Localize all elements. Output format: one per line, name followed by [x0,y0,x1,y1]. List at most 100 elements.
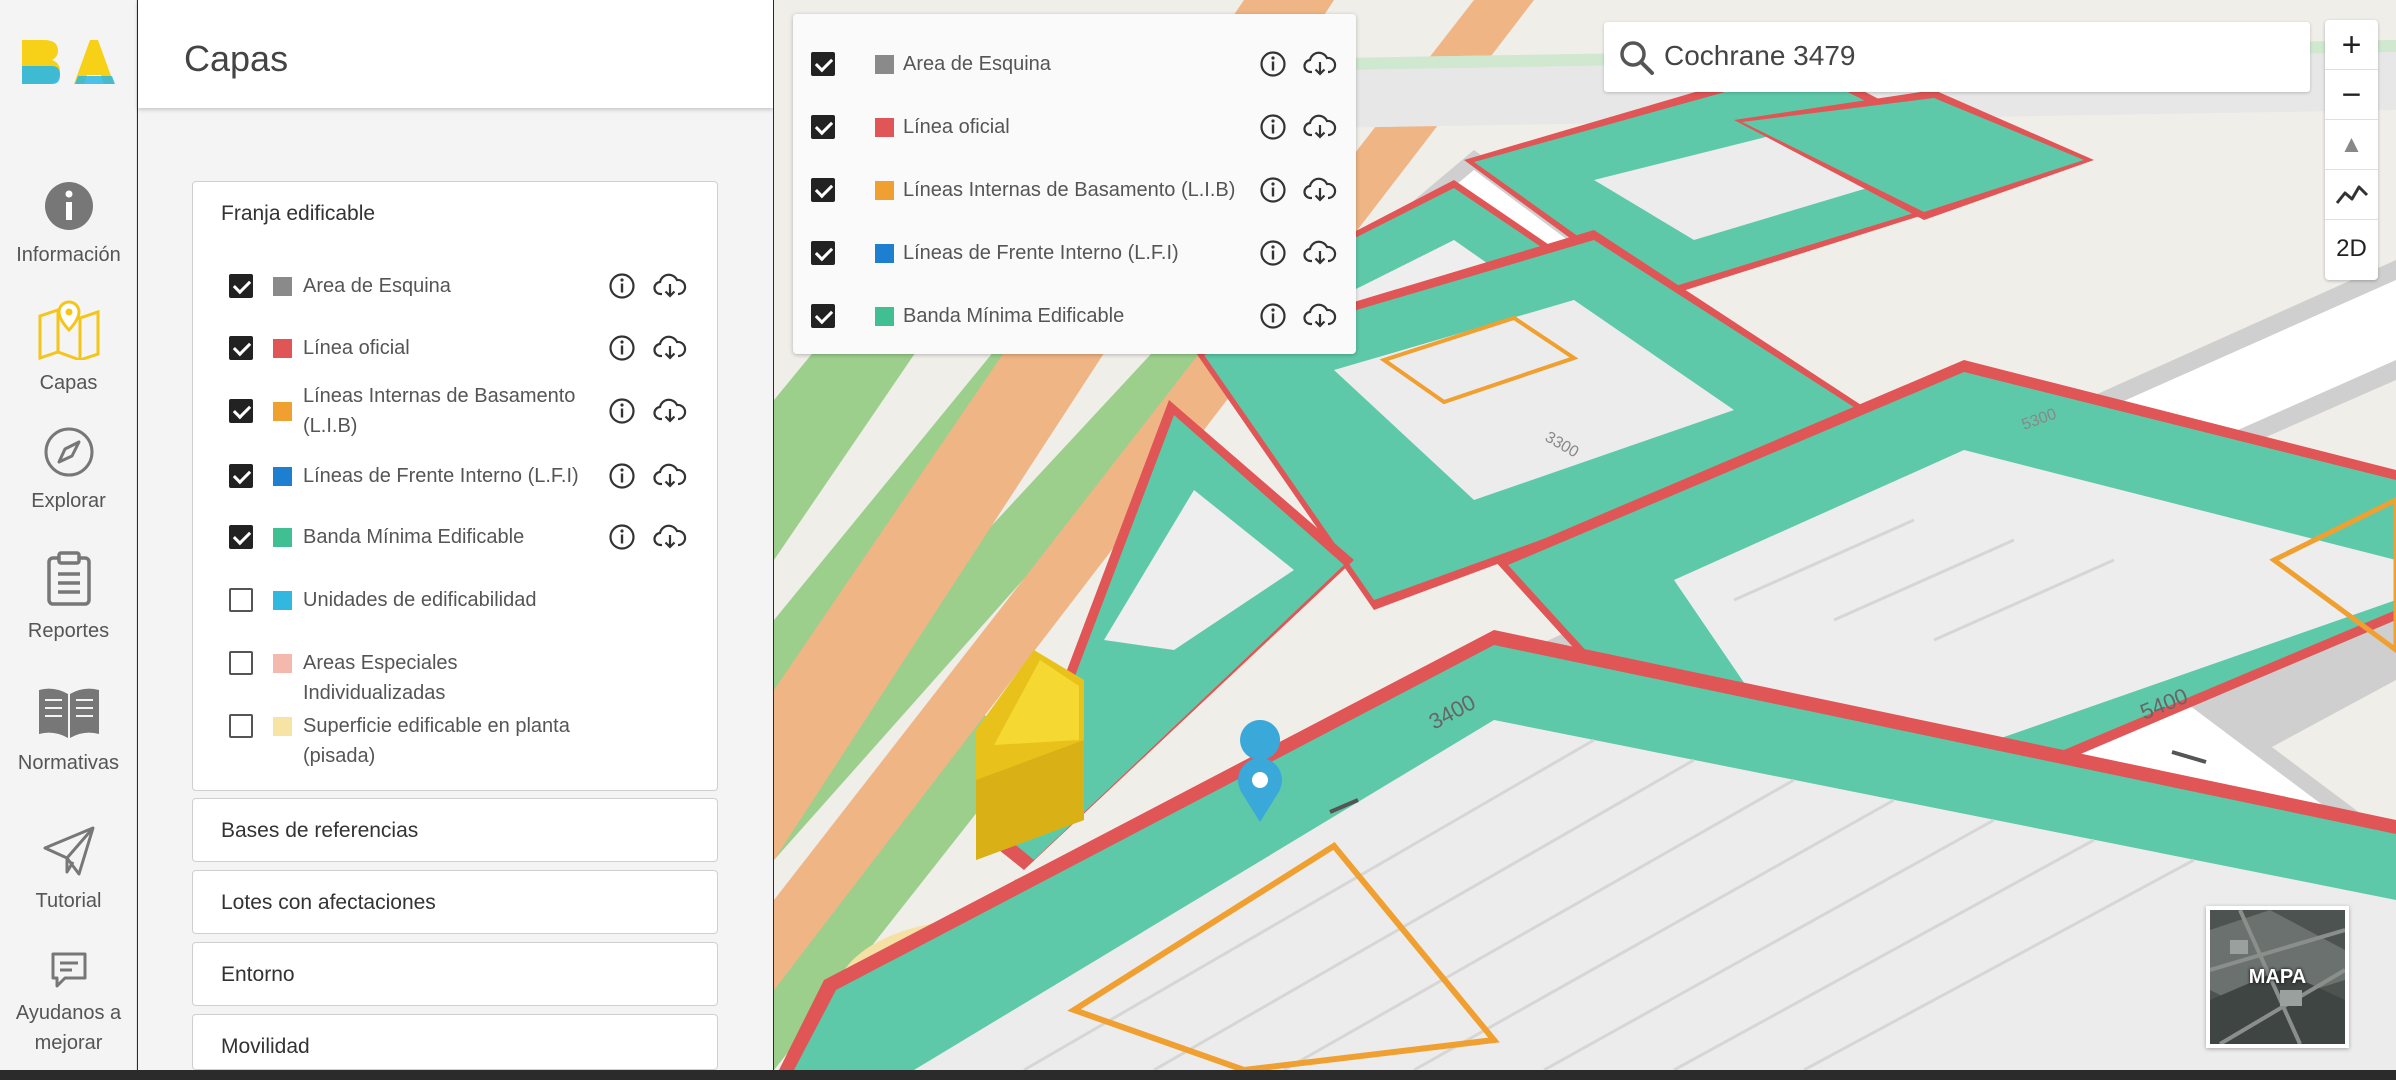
layer-color-swatch [273,528,292,547]
cloud-download-icon[interactable] [1303,50,1337,78]
clipboard-icon [46,551,91,606]
layer-color-swatch [273,717,292,736]
book-icon [38,688,99,738]
legend-row[interactable]: Línea oficial [793,109,1353,159]
layer-label: Area de Esquina [303,275,451,297]
cloud-download-icon[interactable] [653,334,687,362]
legend-checkbox[interactable] [811,304,835,328]
view-mode-toggle[interactable]: 2D [2325,220,2378,270]
legend-row[interactable]: Area de Esquina [793,46,1353,96]
cloud-download-icon[interactable] [653,523,687,551]
section-label: Lotes con afectaciones [221,891,436,914]
cloud-download-icon[interactable] [653,462,687,490]
legend-checkbox[interactable] [811,52,835,76]
info-icon[interactable] [1259,50,1287,78]
cloud-download-icon[interactable] [1303,239,1337,267]
rail-item-normativas[interactable]: Normativas [0,684,137,778]
section-movilidad[interactable]: Movilidad [192,1014,718,1070]
info-icon[interactable] [608,397,636,425]
panel-title: Capas [184,38,289,79]
layer-checkbox[interactable] [229,651,253,675]
info-icon[interactable] [608,272,636,300]
address-search-bar [1604,22,2310,92]
ba-logo [22,40,115,84]
franja-edificable-group: Franja edificable Area de Esquina Línea o… [192,181,718,791]
layer-row[interactable]: Líneas de Frente Interno (L.F.I) [193,458,717,508]
map-pin-icon [38,300,99,360]
legend-color-swatch [875,118,894,137]
rail-item-ayudanos[interactable]: Ayudanos a mejorar [0,950,137,1058]
location-pin-icon [1240,720,1281,760]
legend-color-swatch [875,244,894,263]
compass-reset-button[interactable]: ▲ [2325,120,2378,170]
section-bases-de-referencias[interactable]: Bases de referencias [192,798,718,862]
layer-checkbox[interactable] [229,714,253,738]
layer-color-swatch [273,277,292,296]
layer-checkbox[interactable] [229,588,253,612]
layer-color-swatch [273,591,292,610]
layer-color-swatch [273,654,292,673]
layer-row[interactable]: Línea oficial [193,330,717,380]
basemap-label: MAPA [2248,966,2307,988]
info-icon[interactable] [1259,176,1287,204]
layer-checkbox[interactable] [229,336,253,360]
layer-row[interactable]: Líneas Internas de Basamento (L.I.B) [193,385,717,443]
franja-edificable-title: Franja edificable [221,202,376,225]
map-controls: + − ▲ 2D [2325,20,2378,280]
layer-row[interactable]: Superficie edificable en planta (pisada) [193,708,717,767]
layer-row[interactable]: Banda Mínima Edificable [193,519,717,569]
legend-row[interactable]: Banda Mínima Edificable [793,298,1353,348]
cloud-download-icon[interactable] [1303,113,1337,141]
layer-row[interactable]: Areas Especiales Individualizadas [193,645,717,704]
rail-item-capas[interactable]: Capas [0,298,137,398]
info-icon[interactable] [1259,113,1287,141]
info-icon[interactable] [1259,239,1287,267]
bottom-edge [0,1070,2396,1080]
section-label: Movilidad [221,1035,310,1058]
section-entorno[interactable]: Entorno [192,942,718,1006]
layer-label: Líneas de Frente Interno (L.F.I) [303,465,579,487]
layer-label: Banda Mínima Edificable [303,526,525,548]
info-icon[interactable] [608,523,636,551]
layer-label: Línea oficial [303,337,410,359]
cloud-download-icon[interactable] [653,397,687,425]
rail-item-informacion[interactable]: Información [0,180,137,270]
search-icon[interactable] [1618,39,1656,77]
legend-checkbox[interactable] [811,241,835,265]
layer-checkbox[interactable] [229,399,253,423]
info-circle-icon [44,182,93,230]
rail-item-tutorial[interactable]: Tutorial [0,824,137,916]
layer-checkbox[interactable] [229,464,253,488]
rail-label-capas: Capas [39,372,98,394]
panel-header: Capas [138,0,773,108]
rail-label-explorar: Explorar [31,490,106,512]
layer-checkbox[interactable] [229,525,253,549]
legend-checkbox[interactable] [811,178,835,202]
legend-row[interactable]: Líneas Internas de Basamento (L.I.B) [793,172,1353,222]
legend-label: Línea oficial [903,116,1010,138]
layer-row[interactable]: Area de Esquina [193,268,717,318]
layer-label: Líneas Internas de Basamento (L.I.B) [303,385,576,437]
compass-icon [44,427,93,477]
rail-item-explorar[interactable]: Explorar [0,426,137,516]
legend-checkbox[interactable] [811,115,835,139]
rail-item-reportes[interactable]: Reportes [0,550,137,646]
search-input[interactable] [1664,34,2284,78]
elevation-profile-button[interactable] [2325,170,2378,220]
layer-color-swatch [273,467,292,486]
layer-checkbox[interactable] [229,274,253,298]
cloud-download-icon[interactable] [1303,176,1337,204]
zoom-out-button[interactable]: − [2325,70,2378,120]
section-lotes-con-afectaciones[interactable]: Lotes con afectaciones [192,870,718,934]
cloud-download-icon[interactable] [1303,302,1337,330]
info-icon[interactable] [1259,302,1287,330]
cloud-download-icon[interactable] [653,272,687,300]
legend-row[interactable]: Líneas de Frente Interno (L.F.I) [793,235,1353,285]
info-icon[interactable] [608,462,636,490]
zoom-in-button[interactable]: + [2325,20,2378,70]
info-icon[interactable] [608,334,636,362]
layer-row[interactable]: Unidades de edificabilidad [193,582,717,632]
icon-rail: Información Capas Explorar Reportes Norm… [0,0,137,1070]
legend-color-swatch [875,307,894,326]
basemap-toggle[interactable]: MAPA [2206,906,2349,1048]
